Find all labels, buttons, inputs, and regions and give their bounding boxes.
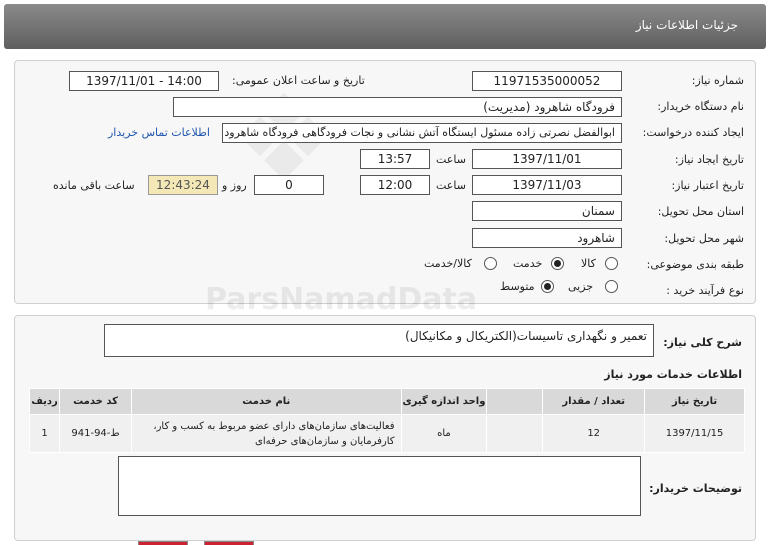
validity-date-field: 1397/11/03 [472, 175, 622, 195]
table-header-row: تاریخ نیاز تعداد / مقدار واحد اندازه گیر… [28, 388, 745, 415]
process-option-medium: متوسط [500, 280, 535, 293]
services-table: تاریخ نیاز تعداد / مقدار واحد اندازه گیر… [28, 388, 745, 453]
created-time-label: ساعت [436, 153, 466, 166]
validity-time-label: ساعت [436, 179, 466, 192]
page-title: جزئیات اطلاعات نیاز [635, 18, 738, 32]
cell-qty: 12 [542, 414, 646, 453]
category-radio-goods[interactable] [605, 257, 618, 270]
cell-code: ط-94-941 [59, 414, 132, 453]
creator-label: ایجاد کننده درخواست: [642, 126, 744, 139]
buyer-notes-field [118, 456, 641, 516]
col-header-row: ردیف [28, 388, 61, 415]
need-number-field: 11971535000052 [472, 71, 622, 91]
process-option-partial: جزیی [568, 280, 594, 293]
announce-label: تاریخ و ساعت اعلان عمومی: [232, 74, 365, 87]
validity-time-field: 12:00 [360, 175, 430, 195]
print-button[interactable] [138, 541, 188, 545]
services-title: اطلاعات خدمات مورد نیاز [604, 368, 742, 381]
cell-unit: ماه [400, 414, 488, 453]
process-label: نوع فرآیند خرید : [666, 284, 744, 297]
back-button[interactable] [204, 541, 254, 545]
validity-label: تاریخ اعتبار نیاز: [671, 179, 744, 192]
remaining-label: ساعت باقی مانده [53, 179, 135, 192]
col-header-count [486, 388, 544, 415]
col-header-qty: تعداد / مقدار [542, 388, 646, 415]
announce-field: 1397/11/01 - 14:00 [69, 71, 219, 91]
days-label: روز و [222, 179, 247, 192]
category-option-goods-service: کالا/خدمت [424, 257, 472, 270]
created-date-label: تاریخ ایجاد نیاز: [674, 153, 744, 166]
table-row: 1397/11/15 12 ماه فعالیت‌های سازمان‌های … [28, 414, 745, 453]
city-field: شاهرود [472, 228, 622, 248]
city-label: شهر محل تحویل: [664, 232, 744, 245]
remaining-time-field: 12:43:24 [148, 175, 218, 195]
province-label: استان محل تحویل: [657, 205, 744, 218]
category-radio-goods-service[interactable] [484, 257, 497, 270]
category-radio-service[interactable] [551, 257, 564, 270]
cell-name: فعالیت‌های سازمان‌های دارای عضو مربوط به… [130, 414, 402, 453]
cell-date: 1397/11/15 [644, 414, 745, 453]
buyer-field: فرودگاه شاهرود (مدیریت) [173, 97, 622, 117]
process-radio-medium[interactable] [541, 280, 554, 293]
category-label: طبقه بندی موضوعی: [646, 258, 744, 271]
category-option-goods: کالا [581, 257, 596, 270]
created-date-field: 1397/11/01 [472, 149, 622, 169]
col-header-unit: واحد اندازه گیری [400, 388, 488, 415]
category-option-service: خدمت [513, 257, 543, 270]
need-number-label: شماره نیاز: [691, 74, 744, 87]
process-radio-partial[interactable] [605, 280, 618, 293]
buyer-notes-label: توضیحات خریدار: [649, 482, 742, 495]
page-header: جزئیات اطلاعات نیاز [4, 4, 766, 49]
col-header-date: تاریخ نیاز [644, 388, 745, 415]
created-time-field: 13:57 [360, 149, 430, 169]
col-header-name: نام خدمت [130, 388, 402, 415]
contact-info-link[interactable]: اطلاعات تماس خریدار [108, 126, 210, 139]
col-header-code: کد خدمت [59, 388, 132, 415]
cell-row: 1 [28, 414, 61, 453]
summary-label: شرح کلی نیاز: [663, 336, 742, 349]
days-field: 0 [254, 175, 324, 195]
summary-field: تعمیر و نگهداری تاسیسات(الکتریکال و مکان… [104, 324, 654, 357]
buyer-label: نام دستگاه خریدار: [657, 100, 744, 113]
province-field: سمنان [472, 201, 622, 221]
creator-field: ابوالفضل نصرتی زاده مسئول ایستگاه آتش نش… [222, 123, 622, 143]
cell-count [486, 414, 544, 453]
